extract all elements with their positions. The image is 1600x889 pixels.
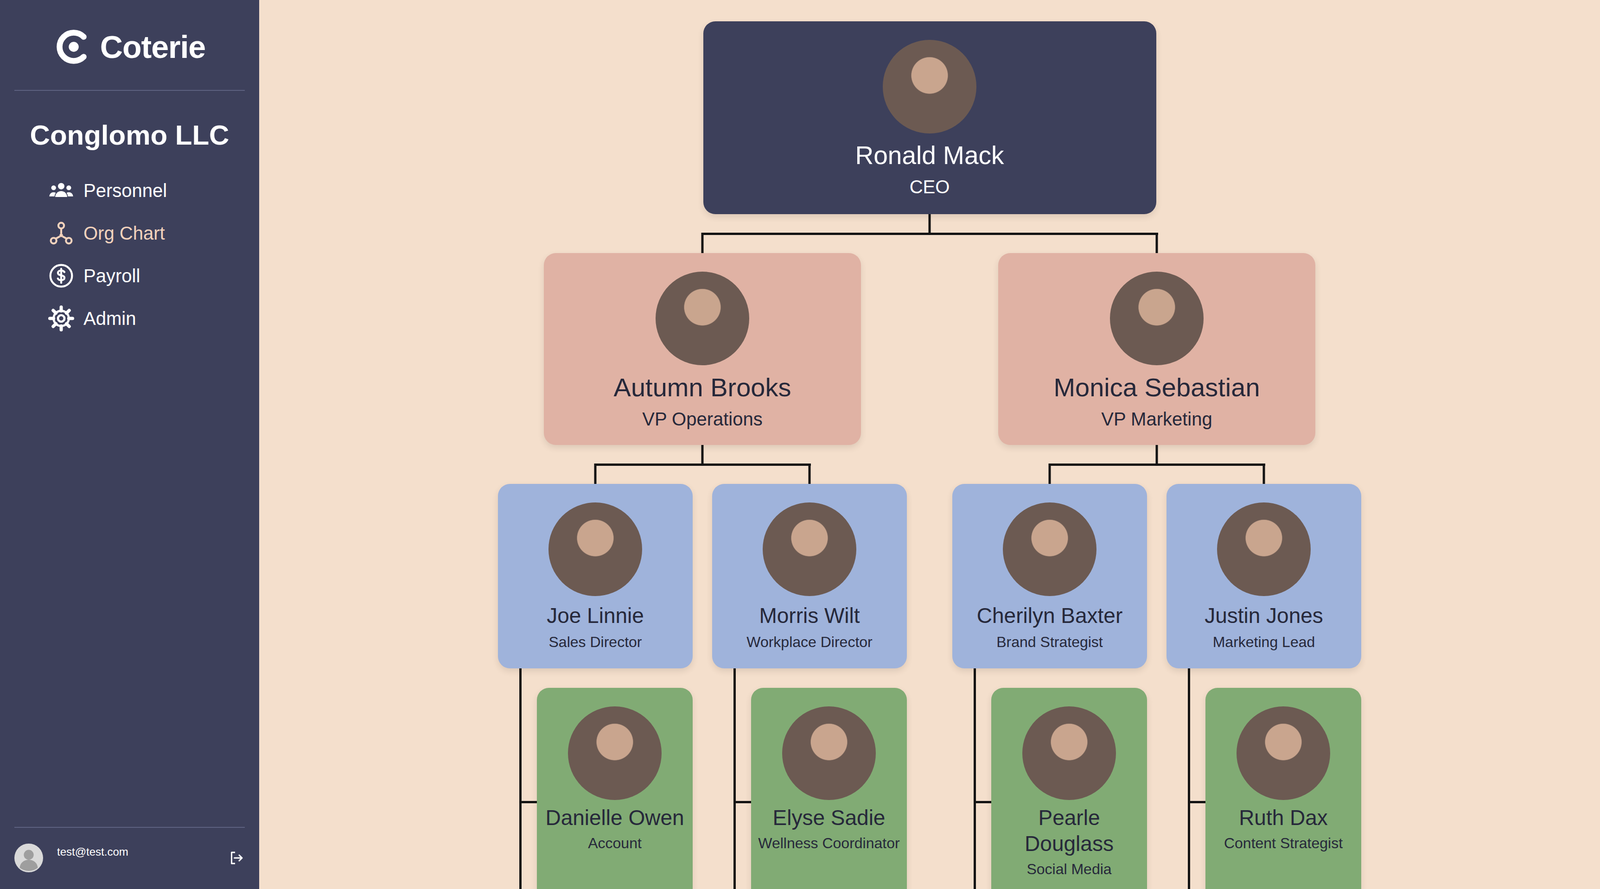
report-node: Danielle Owen Account xyxy=(536,688,693,889)
employee-card[interactable]: Pearle Douglass Social Media xyxy=(991,688,1148,889)
employee-photo xyxy=(1109,271,1204,366)
employee-title: Content Strategist xyxy=(1223,834,1343,853)
org-node: Autumn Brooks VP Operations Joe Linnie Sale… xyxy=(475,253,930,889)
employee-name: Joe Linnie xyxy=(546,602,644,629)
employee-title: Social Media xyxy=(1026,860,1112,879)
user-avatar-icon[interactable] xyxy=(14,843,44,873)
employee-title: VP Operations xyxy=(642,407,763,431)
employee-name: Autumn Brooks xyxy=(613,371,792,404)
employee-photo xyxy=(1217,502,1311,597)
org-tree: Ronald Mack CEO Autumn Brooks VP Operations… xyxy=(475,21,1384,889)
employee-card[interactable]: Danielle Owen Account xyxy=(536,688,693,889)
sidebar-divider xyxy=(14,89,245,91)
org-branch: Cherilyn Baxter Brand Strategist Pearle Do… xyxy=(942,445,1371,889)
employee-photo xyxy=(1002,502,1097,597)
company-name: Conglomo LLC xyxy=(0,117,260,153)
employee-photo xyxy=(567,706,662,801)
employee-name: Ruth Dax xyxy=(1238,804,1328,831)
employee-name: Pearle Douglass xyxy=(997,804,1141,857)
employee-card[interactable]: Elyse Sadie Wellness Coordinator xyxy=(751,688,907,889)
employee-card[interactable]: Cherilyn Baxter Brand Strategist xyxy=(952,484,1148,669)
employee-photo xyxy=(782,706,876,801)
sidebar-nav: Personnel Org Chart Payroll Admin xyxy=(0,169,260,340)
brand-logo[interactable]: Coterie xyxy=(0,0,260,68)
employee-name: Cherilyn Baxter xyxy=(976,602,1123,629)
org-node: Morris Wilt Workplace Director Elyse Sadie… xyxy=(702,484,917,889)
employee-card[interactable]: Justin Jones Marketing Lead xyxy=(1166,484,1362,669)
org-node: Joe Linnie Sales Director Danielle Owen Acc… xyxy=(488,484,703,889)
employee-card[interactable]: Morris Wilt Workplace Director xyxy=(712,484,907,669)
org-node: Justin Jones Marketing Lead Ruth Dax Conten… xyxy=(1156,484,1371,889)
report-list: Ruth Dax Content Strategist xyxy=(1166,688,1362,889)
employee-name: Morris Wilt xyxy=(758,602,860,629)
sidebar: Coterie Conglomo LLC Personnel Org Chart Pay… xyxy=(0,0,260,889)
dollar-icon xyxy=(48,262,75,289)
employee-photo xyxy=(1022,706,1116,801)
org-node: Monica Sebastian VP Marketing Cherilyn Bax… xyxy=(929,253,1384,889)
director-branch: Morris Wilt Workplace Director Elyse Sadie… xyxy=(712,484,907,889)
sidebar-item-label: Payroll xyxy=(83,265,141,287)
app-root: Coterie Conglomo LLC Personnel Org Chart Pay… xyxy=(0,0,1600,889)
employee-title: Sales Director xyxy=(548,633,643,651)
logo-icon xyxy=(53,26,94,67)
report-list: Danielle Owen Account xyxy=(497,688,693,889)
sidebar-item[interactable]: Payroll xyxy=(48,254,260,298)
employee-card[interactable]: Ruth Dax Content Strategist xyxy=(1205,688,1362,889)
employee-photo xyxy=(762,502,857,597)
org-chart: Ronald Mack CEO Autumn Brooks VP Operations… xyxy=(259,0,1600,889)
logout-icon[interactable] xyxy=(228,849,245,867)
report-node: Pearle Douglass Social Media xyxy=(991,688,1148,889)
employee-card[interactable]: Monica Sebastian VP Marketing xyxy=(998,253,1316,446)
sidebar-item[interactable]: Admin xyxy=(48,297,260,340)
user-email: test@test.com xyxy=(57,845,215,859)
org-chart-icon xyxy=(48,220,75,247)
employee-title: Wellness Coordinator xyxy=(758,834,900,853)
org-node: Cherilyn Baxter Brand Strategist Pearle Do… xyxy=(942,484,1157,889)
employee-name: Elyse Sadie xyxy=(772,804,886,831)
employee-title: Account xyxy=(587,834,642,853)
sidebar-item[interactable]: Personnel xyxy=(48,169,260,212)
report-node: Ruth Dax Content Strategist xyxy=(1205,688,1362,889)
employee-name: Ronald Mack xyxy=(855,140,1005,172)
sidebar-item-label: Personnel xyxy=(83,180,167,202)
employee-card[interactable]: Autumn Brooks VP Operations xyxy=(543,253,861,446)
director-branch: Cherilyn Baxter Brand Strategist Pearle Do… xyxy=(952,484,1148,889)
gear-icon xyxy=(48,305,75,332)
employee-title: Workplace Director xyxy=(746,633,873,651)
employee-card[interactable]: Ronald Mack CEO xyxy=(703,21,1157,215)
employee-photo xyxy=(548,502,643,597)
employee-title: Marketing Lead xyxy=(1212,633,1316,651)
org-branch: Joe Linnie Sales Director Danielle Owen Acc… xyxy=(488,445,917,889)
employee-photo xyxy=(1236,706,1331,801)
brand-name: Coterie xyxy=(100,28,206,65)
employee-title: Brand Strategist xyxy=(996,633,1103,651)
director-branch: Joe Linnie Sales Director Danielle Owen Acc… xyxy=(497,484,693,889)
sidebar-item-label: Admin xyxy=(83,308,136,330)
org-branch: Autumn Brooks VP Operations Joe Linnie Sale… xyxy=(475,214,1384,889)
employee-photo xyxy=(882,39,977,134)
people-icon xyxy=(48,177,75,204)
report-list: Elyse Sadie Wellness Coordinator xyxy=(712,688,907,889)
sidebar-item[interactable]: Org Chart xyxy=(48,211,260,255)
employee-photo xyxy=(655,271,750,366)
director-branch: Justin Jones Marketing Lead Ruth Dax Conten… xyxy=(1166,484,1362,889)
sidebar-item-label: Org Chart xyxy=(83,223,166,244)
employee-title: VP Marketing xyxy=(1101,407,1212,431)
report-node: Elyse Sadie Wellness Coordinator xyxy=(751,688,907,889)
employee-title: CEO xyxy=(909,175,950,198)
employee-name: Danielle Owen xyxy=(545,804,684,831)
report-list: Pearle Douglass Social Media xyxy=(952,688,1148,889)
user-footer: test@test.com xyxy=(14,827,245,889)
employee-card[interactable]: Joe Linnie Sales Director xyxy=(497,484,693,669)
employee-name: Monica Sebastian xyxy=(1053,371,1260,404)
employee-name: Justin Jones xyxy=(1204,602,1324,629)
